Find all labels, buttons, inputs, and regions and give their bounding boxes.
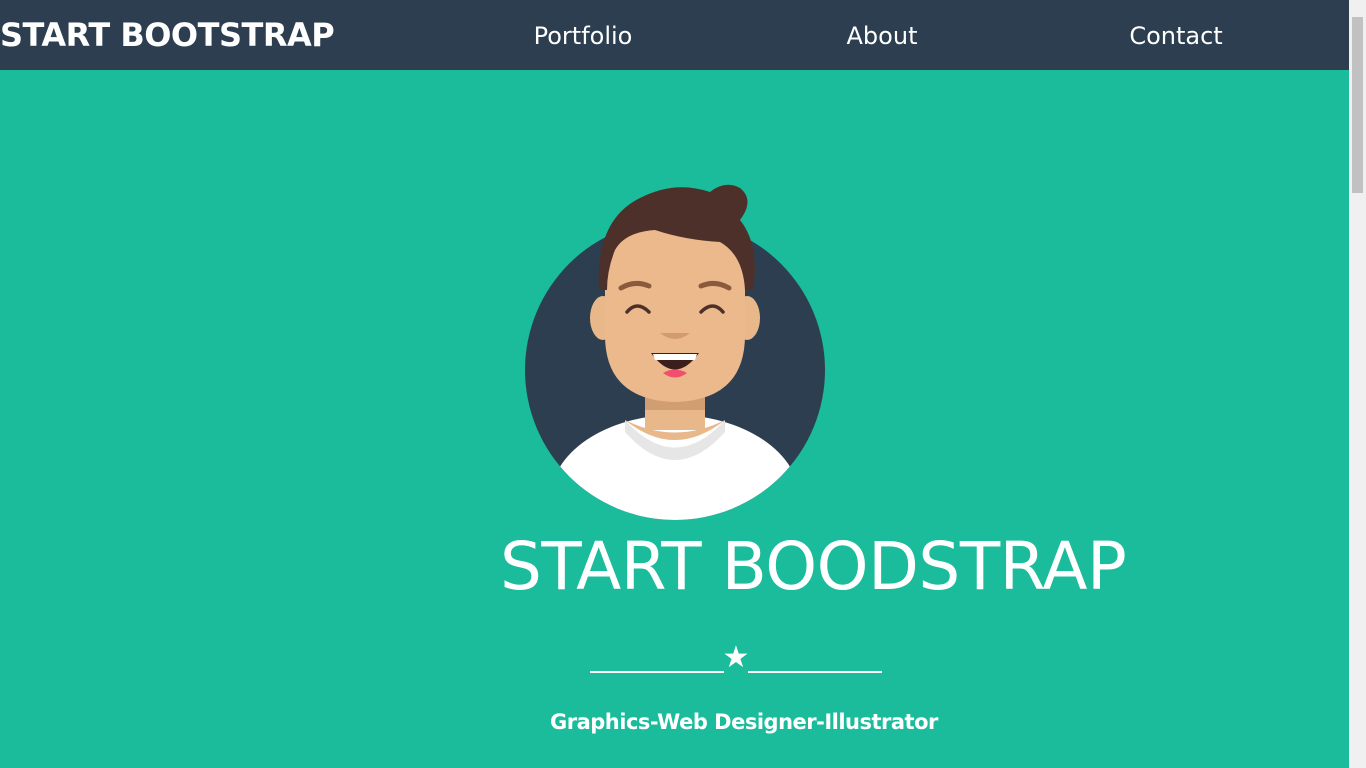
nav-link-about[interactable]: About	[847, 19, 918, 53]
page: START BOOTSTRAP Portfolio About Contact	[0, 0, 1366, 768]
scrollbar-thumb[interactable]	[1352, 17, 1363, 193]
divider-line-left	[590, 671, 724, 673]
divider-line-right	[748, 671, 882, 673]
vertical-scrollbar[interactable]	[1349, 0, 1366, 768]
navbar-brand[interactable]: START BOOTSTRAP	[0, 14, 335, 56]
avatar-illustration	[525, 184, 825, 520]
hero-subtitle: Graphics-Web Designer-Illustrator	[550, 710, 938, 734]
nav-link-portfolio[interactable]: Portfolio	[534, 19, 633, 53]
navbar: START BOOTSTRAP Portfolio About Contact	[0, 0, 1349, 70]
title-divider: ★	[590, 640, 884, 676]
nav-link-contact[interactable]: Contact	[1129, 19, 1222, 53]
hero-title: START BOODSTRAP	[500, 528, 1127, 605]
star-icon: ★	[722, 640, 750, 675]
